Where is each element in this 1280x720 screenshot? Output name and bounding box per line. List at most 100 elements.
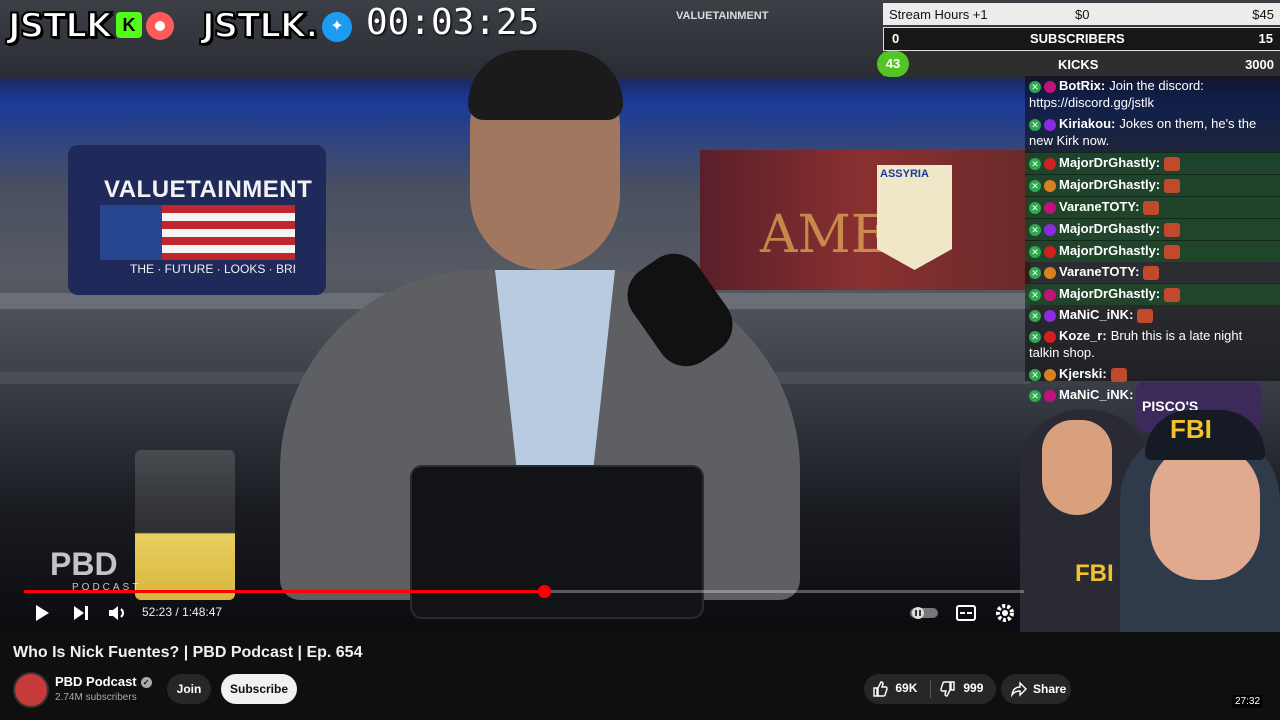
chat-username[interactable]: VaraneTOTY:: [1059, 199, 1139, 214]
stream-hours-target: $45: [1252, 7, 1274, 22]
share-button[interactable]: Share: [1001, 674, 1071, 704]
progress-scrubber[interactable]: [538, 585, 551, 598]
chat-message: ✕ BotRix: Join the discord: https://discor…: [1025, 76, 1280, 114]
stream-hours-goal: Stream Hours +1 $0 $45: [883, 3, 1280, 25]
progress-played: [24, 590, 544, 593]
brand-logo-left: JSTLK: [7, 5, 113, 47]
shelf-sign: VALUETAINMENT: [676, 10, 769, 22]
chat-username[interactable]: Kjerski:: [1059, 366, 1107, 381]
moderator-icon: ✕: [1029, 157, 1041, 170]
chat-message: ✕ MajorDrGhastly:: [1025, 218, 1280, 240]
play-button[interactable]: [34, 604, 50, 627]
pause-toggle-icon: [910, 607, 938, 619]
chat-username[interactable]: MaNiC_iNK:: [1059, 307, 1133, 322]
subtitles-button[interactable]: [956, 605, 976, 626]
kicks-goal: KICKS 3000: [883, 52, 1280, 76]
chat-text: Join the discord: https://discord.gg/jst…: [1029, 78, 1204, 110]
subscribers-current: 0: [892, 31, 900, 46]
join-button[interactable]: Join: [167, 674, 211, 704]
twitter-icon: ✦: [322, 12, 352, 42]
user-badge-icon: [1044, 80, 1056, 93]
user-badge-icon: [1044, 245, 1056, 258]
chat-message: ✕ MajorDrGhastly:: [1025, 174, 1280, 196]
pbd-watermark: PBD: [50, 546, 118, 582]
verified-icon: ✓: [140, 677, 152, 689]
video-player[interactable]: VALUETAINMENT THE · FUTURE · LOOKS · BRI…: [0, 0, 1280, 632]
moderator-icon: ✕: [1029, 201, 1041, 214]
chat-message: ✕ VaraneTOTY:: [1025, 262, 1280, 283]
like-divider: [930, 680, 931, 698]
brand-logo-right: JSTLK.: [201, 5, 319, 47]
chat-username[interactable]: VaraneTOTY:: [1059, 264, 1139, 279]
volume-button[interactable]: [108, 604, 128, 627]
dislike-button[interactable]: 999: [940, 681, 983, 697]
play-icon: [36, 605, 49, 621]
subscribe-button[interactable]: Subscribe: [221, 674, 297, 704]
pillow-subtext: THE · FUTURE · LOOKS · BRI: [130, 262, 297, 276]
chat-username[interactable]: MajorDrGhastly:: [1059, 155, 1160, 170]
moderator-icon: ✕: [1029, 118, 1041, 131]
chat-emote-icon: [1143, 265, 1160, 280]
autoplay-toggle[interactable]: [910, 606, 938, 625]
user-badge-icon: [1044, 309, 1056, 322]
chat-emote-icon: [1164, 222, 1181, 237]
stream-hours-amount: $0: [1075, 7, 1090, 22]
chat-message: ✕ Kiriakou: Jokes on them, he's the new Ki…: [1025, 114, 1280, 152]
chat-message: ✕ MajorDrGhastly:: [1025, 240, 1280, 262]
chat-username[interactable]: Kiriakou:: [1059, 116, 1115, 131]
chat-emote-icon: [1164, 287, 1181, 302]
progress-bar[interactable]: [24, 585, 1024, 598]
chat-username[interactable]: BotRix:: [1059, 78, 1105, 93]
chat-username[interactable]: MajorDrGhastly:: [1059, 221, 1160, 236]
channel-name-text: PBD Podcast: [55, 674, 137, 689]
kicks-current: 43: [877, 51, 909, 77]
moderator-icon: ✕: [1029, 80, 1041, 93]
like-count: 69K: [895, 681, 918, 696]
user-badge-icon: [1044, 157, 1056, 170]
cartoon-woman-face: [1042, 420, 1112, 515]
stream-chat[interactable]: ✕ BotRix: Join the discord: https://discor…: [1025, 76, 1280, 403]
share-icon: [1011, 681, 1027, 697]
host-hair: [468, 50, 623, 120]
moderator-icon: ✕: [1029, 223, 1041, 236]
stream-timer: 00:03:25: [366, 2, 540, 43]
chat-username[interactable]: MaNiC_iNK:: [1059, 387, 1133, 402]
user-badge-icon: [1044, 201, 1056, 214]
fbi-shirt-text: FBI: [1075, 560, 1114, 587]
kicks-label: KICKS: [1058, 57, 1099, 72]
user-badge-icon: [1044, 223, 1056, 236]
chat-message: ✕ VaraneTOTY:: [1025, 196, 1280, 218]
chat-emote-icon: [1110, 367, 1127, 382]
next-button[interactable]: [72, 604, 90, 627]
beer-glass: [135, 450, 235, 600]
kick-icon: K: [116, 12, 142, 38]
like-dislike-group: 69K 999: [864, 674, 996, 704]
side-video-duration: 27:32: [1232, 695, 1264, 708]
chat-emote-icon: [1164, 244, 1181, 259]
chat-emote-icon: [1143, 200, 1160, 215]
channel-name[interactable]: PBD Podcast ✓: [55, 674, 152, 689]
moderator-icon: ✕: [1029, 309, 1041, 322]
user-badge-icon: [1044, 368, 1056, 381]
chat-emote-icon: [1137, 308, 1154, 323]
chat-username[interactable]: MajorDrGhastly:: [1059, 177, 1160, 192]
chat-username[interactable]: Koze_r:: [1059, 328, 1107, 343]
chat-emote-icon: [1164, 178, 1181, 193]
dislike-icon: [940, 681, 955, 697]
chat-message: ✕ MajorDrGhastly:: [1025, 283, 1280, 305]
chat-username[interactable]: MajorDrGhastly:: [1059, 243, 1160, 258]
dislike-count: 999: [963, 681, 984, 696]
time-display: 52:23 / 1:48:47: [142, 605, 223, 619]
stream-hours-label: Stream Hours +1: [889, 7, 988, 22]
like-button[interactable]: 69K: [872, 681, 917, 697]
volume-icon: [109, 606, 124, 620]
settings-button[interactable]: [995, 603, 1015, 628]
subscribers-goal: 0 SUBSCRIBERS 15: [883, 27, 1280, 51]
user-badge-icon: [1044, 330, 1056, 343]
chat-message: ✕ MaNiC_iNK:: [1025, 305, 1280, 326]
moderator-icon: ✕: [1029, 266, 1041, 279]
channel-avatar[interactable]: [13, 672, 49, 708]
moderator-icon: ✕: [1029, 389, 1041, 402]
cartoon-man-face: [1150, 445, 1260, 580]
chat-username[interactable]: MajorDrGhastly:: [1059, 286, 1160, 301]
